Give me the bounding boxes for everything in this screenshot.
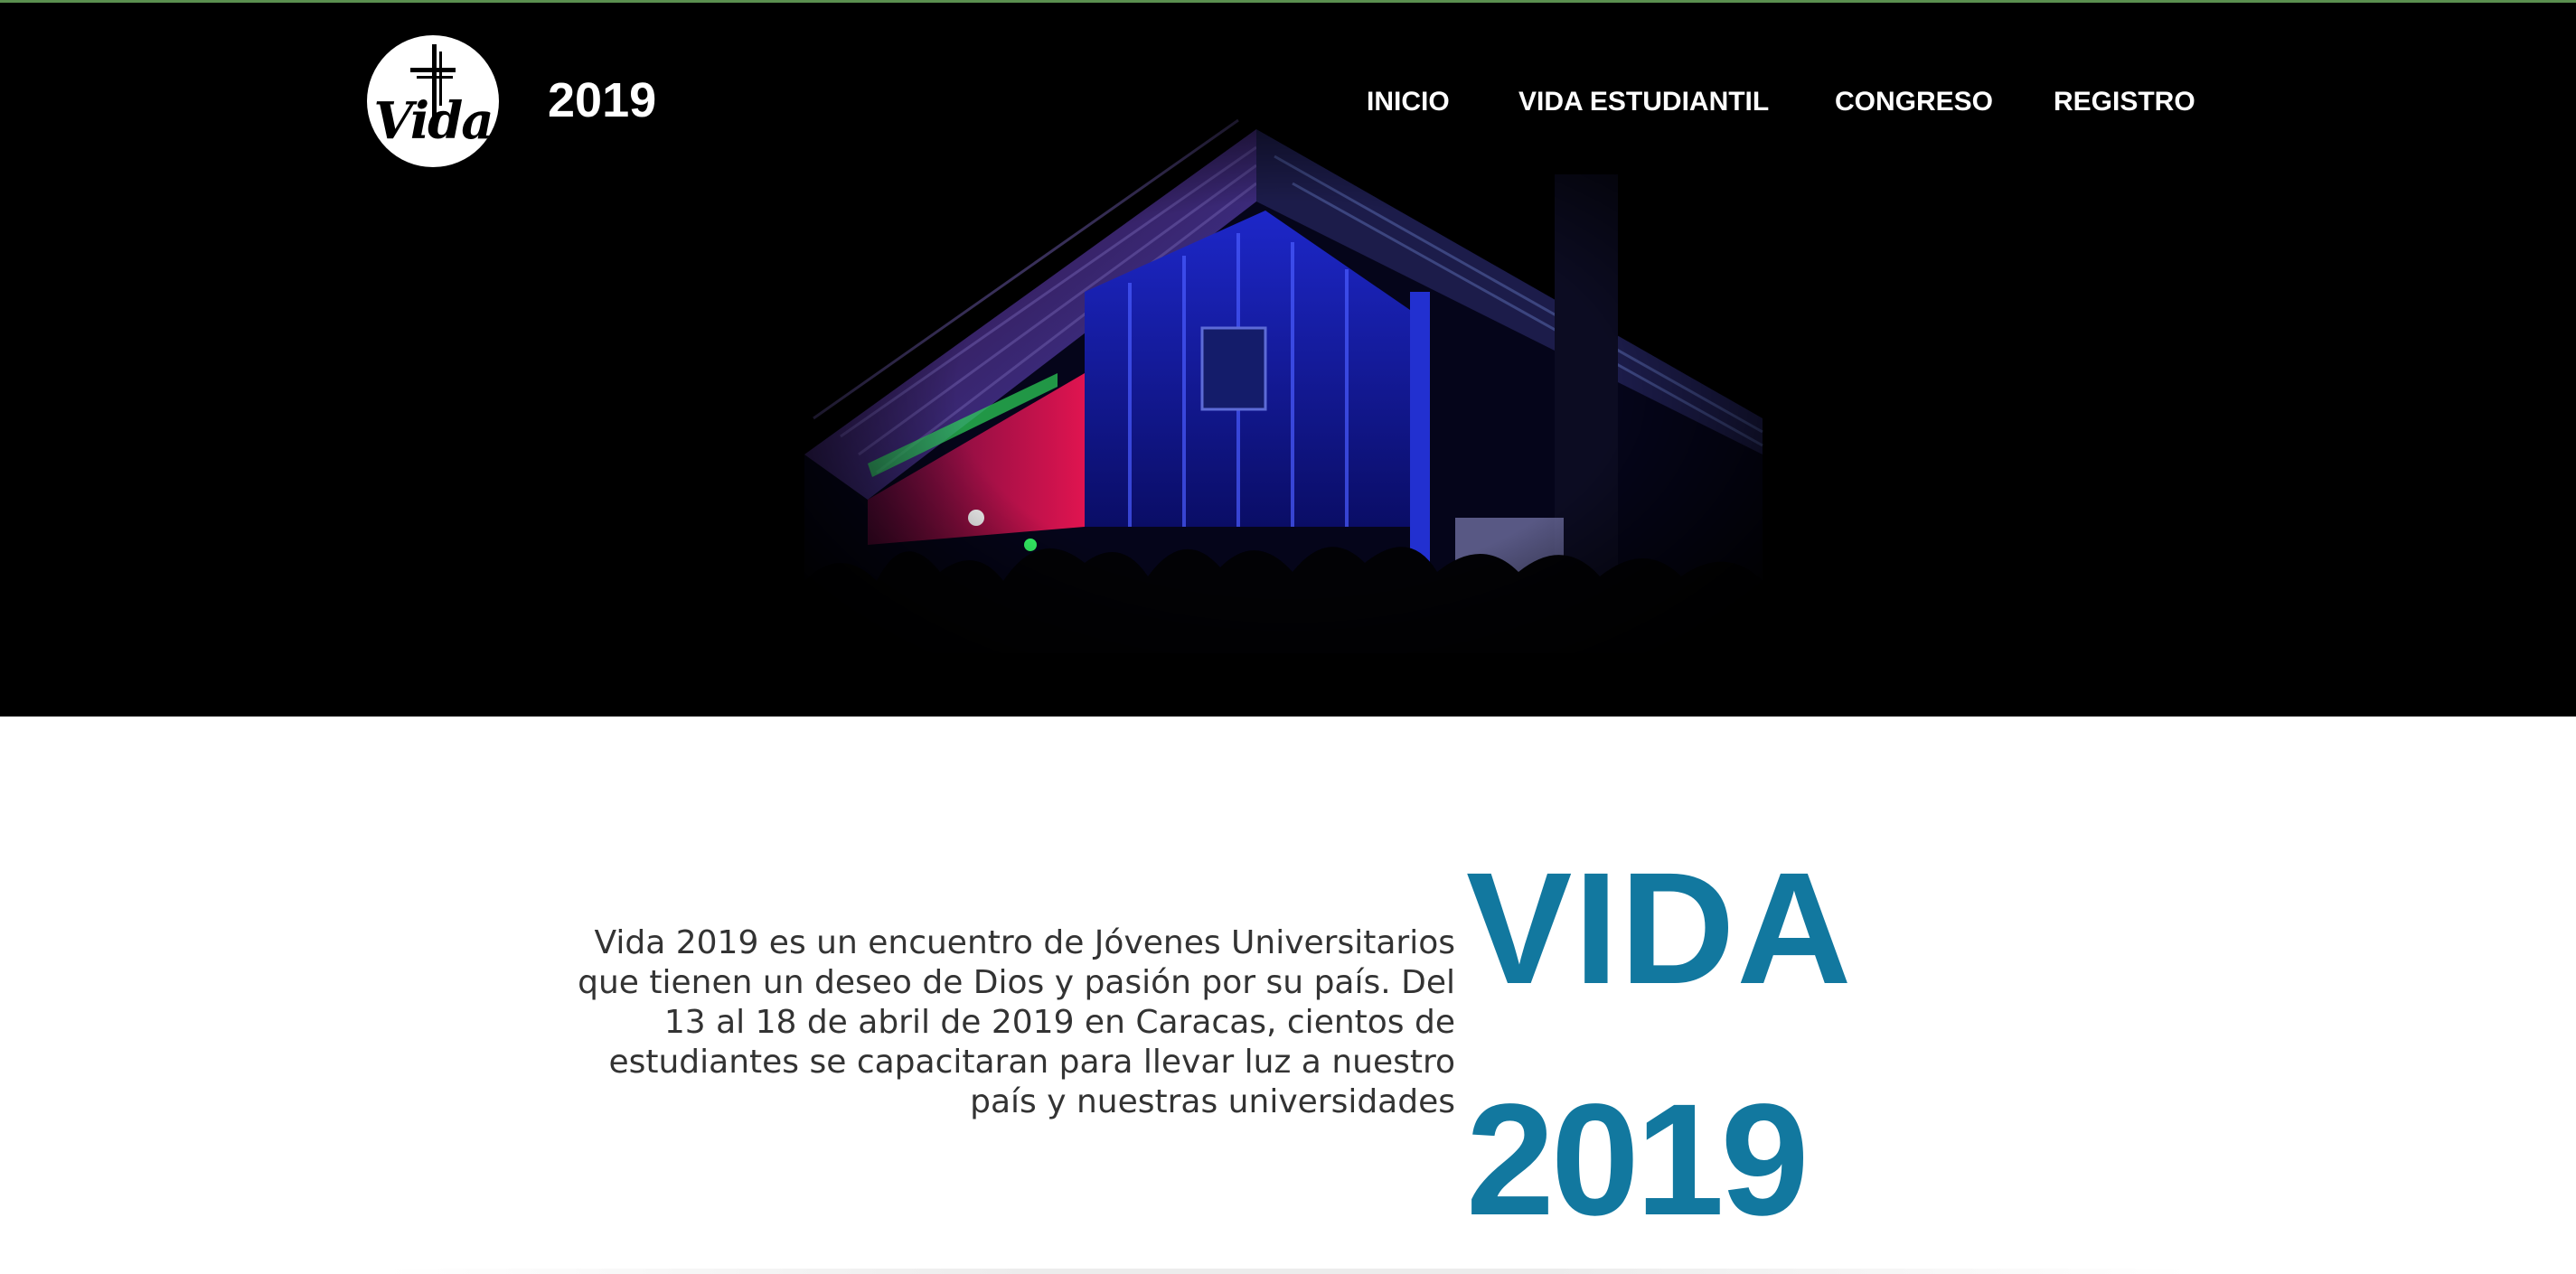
vida-logo[interactable]: Vida <box>367 35 499 167</box>
intro-paragraph: Vida 2019 es un encuentro de Jóvenes Uni… <box>578 924 1455 1120</box>
nav-congreso[interactable]: CONGRESO <box>1835 86 1993 118</box>
cross-bar <box>410 68 456 72</box>
title-vida: VIDA <box>1466 840 1854 1017</box>
title-year: 2019 <box>1466 1072 1810 1249</box>
hero-banner: Vida 2019 INICIO VIDA ESTUDIANTIL CONGRE… <box>0 3 2576 717</box>
section-divider-shadow <box>0 1269 2576 1274</box>
site-year: 2019 <box>548 73 657 127</box>
logo-text: Vida <box>373 91 494 151</box>
nav-registro[interactable]: REGISTRO <box>2054 86 2195 118</box>
concert-stage-photo <box>804 118 1763 653</box>
nav-vida-estudiantil[interactable]: VIDA ESTUDIANTIL <box>1518 86 1769 118</box>
cross-bar-secondary <box>417 76 453 79</box>
nav-inicio[interactable]: INICIO <box>1367 86 1450 118</box>
